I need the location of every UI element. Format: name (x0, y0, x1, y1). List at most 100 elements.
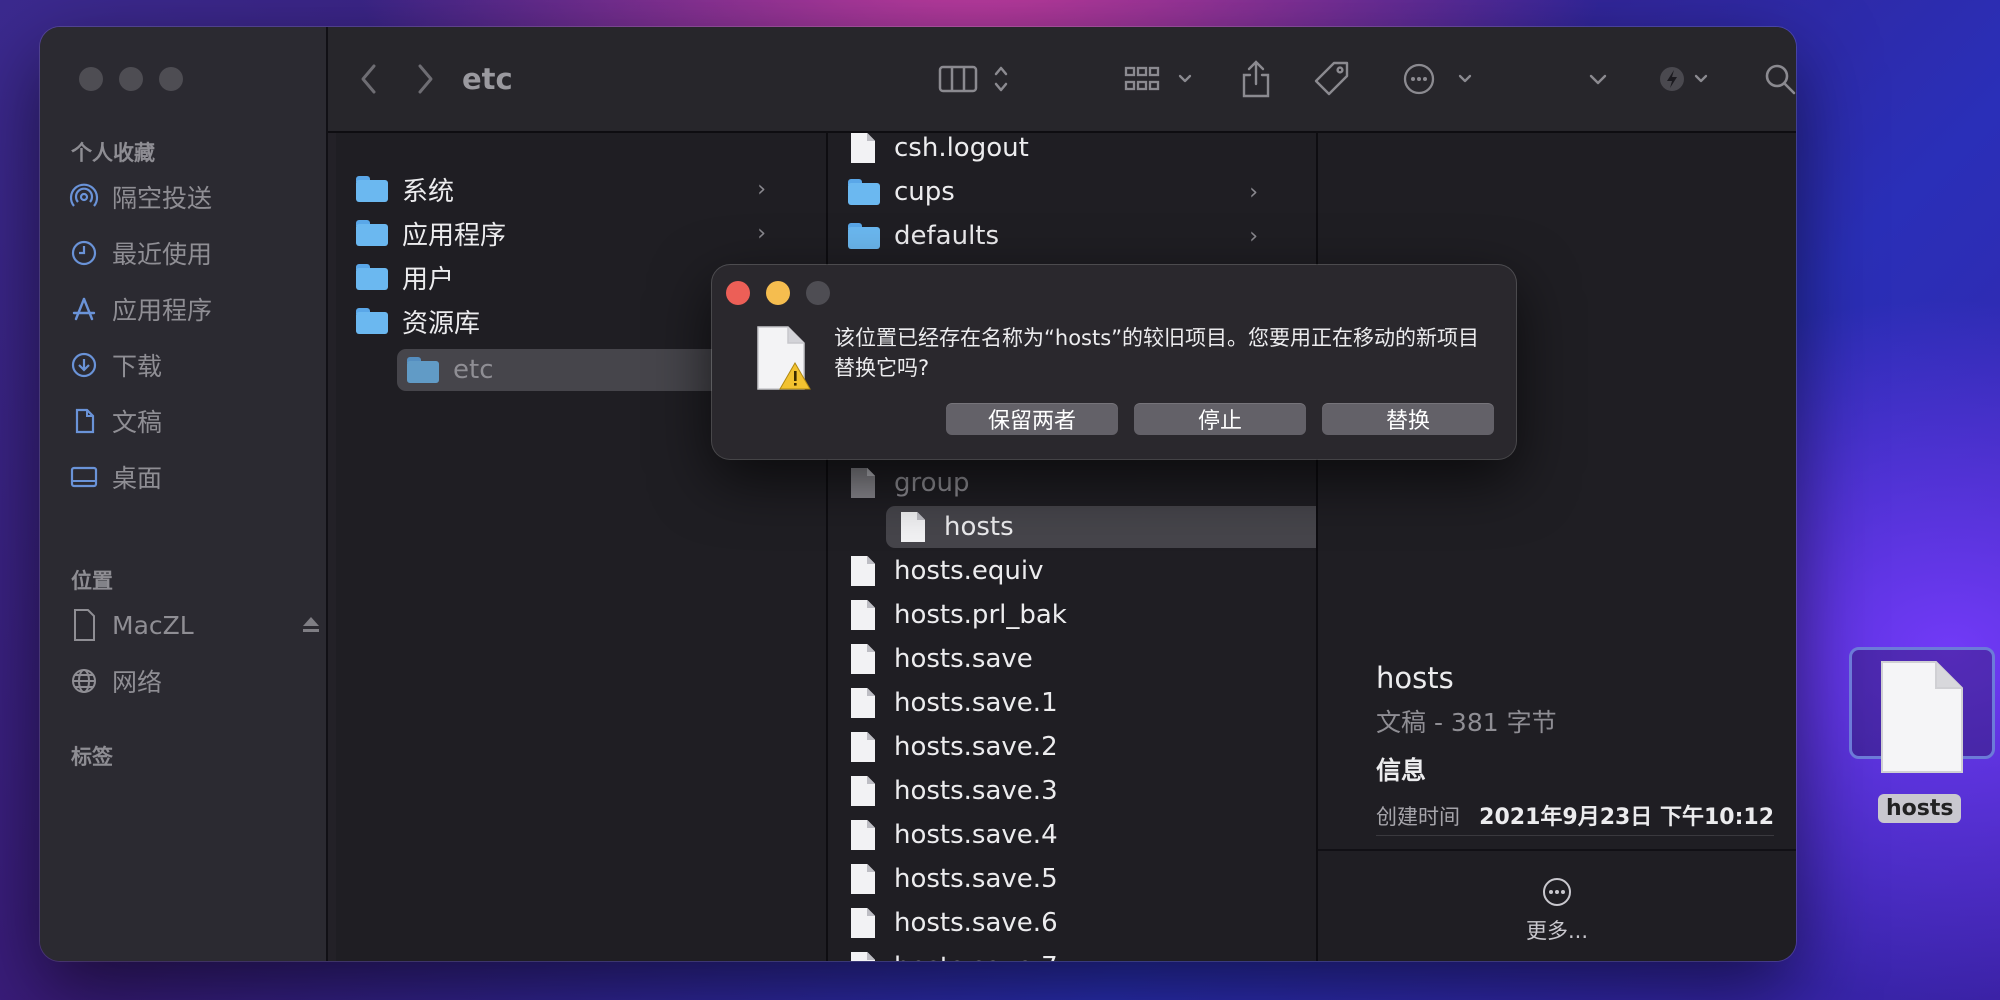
sidebar-item-label: 网络 (112, 668, 163, 697)
sidebar-item-applications[interactable]: 应用程序 (68, 287, 308, 331)
list-item[interactable]: hosts.save.6 (848, 902, 1288, 944)
info-heading: 信息 (1376, 756, 1427, 785)
finder-window: 个人收藏 隔空投送 最近使用 应用程序 下载 文稿 桌面 位置 MacZL 网络… (40, 27, 1796, 961)
window-close-button[interactable] (79, 67, 103, 91)
share-button[interactable] (1238, 57, 1274, 101)
preview-file-kind: 文稿 - 381 字节 (1376, 708, 1557, 737)
tag-icon (1314, 61, 1349, 96)
dialog-minimize-button[interactable] (766, 281, 790, 305)
toolbar-overflow-button[interactable] (1586, 57, 1610, 101)
window-minimize-button[interactable] (119, 67, 143, 91)
sidebar: 个人收藏 隔空投送 最近使用 应用程序 下载 文稿 桌面 位置 MacZL 网络… (40, 27, 328, 961)
file-icon (848, 862, 878, 896)
list-item-selected[interactable]: hosts (886, 506, 1316, 548)
file-icon (848, 950, 878, 961)
column-root: 系统 › 应用程序 › 用户 资源库 etc (336, 133, 851, 961)
list-item[interactable]: defaults › (848, 215, 1288, 257)
forward-button[interactable] (410, 57, 440, 101)
list-item-label: hosts.save.4 (894, 820, 1058, 850)
window-zoom-button[interactable] (159, 67, 183, 91)
chevron-right-icon: › (1249, 179, 1258, 205)
list-item[interactable]: cups › (848, 171, 1288, 213)
created-value: 2021年9月23日 下午10:12 (1479, 805, 1774, 830)
list-item-label: hosts.save.5 (894, 864, 1058, 894)
sidebar-item-label: 下载 (112, 352, 163, 381)
keep-both-button[interactable]: 保留两者 (946, 403, 1118, 435)
dialog-close-button[interactable] (726, 281, 750, 305)
sidebar-item-macintosh-disk[interactable]: MacZL (68, 603, 319, 647)
columns-view-icon (938, 65, 1008, 93)
sidebar-item-downloads[interactable]: 下载 (68, 343, 308, 387)
sidebar-item-network[interactable]: 网络 (68, 659, 308, 703)
grid-icon (1124, 66, 1192, 91)
list-item[interactable]: csh.logout (848, 133, 1288, 169)
document-icon (68, 405, 100, 437)
list-item-label: defaults (894, 221, 1000, 251)
sidebar-item-label: 应用程序 (112, 296, 213, 325)
document-warning-icon (752, 325, 812, 395)
preview-divider (1318, 849, 1796, 851)
view-mode-button[interactable] (938, 57, 1022, 101)
list-item[interactable]: hosts.equiv (848, 550, 1288, 592)
list-item-label: hosts (944, 512, 1014, 542)
stop-button[interactable]: 停止 (1134, 403, 1306, 435)
sidebar-item-label: 隔空投送 (112, 184, 213, 213)
back-button[interactable] (354, 57, 384, 101)
file-icon (1878, 660, 1964, 778)
ellipsis-circle-icon (1543, 878, 1571, 906)
list-item[interactable]: group (848, 462, 1288, 504)
list-item-label: hosts.save.2 (894, 732, 1058, 762)
preview-pane: hosts 文稿 - 381 字节 信息 创建时间 2021年9月23日 下午1… (1318, 133, 1796, 961)
dialog-zoom-button (806, 281, 830, 305)
alias-folder-icon (407, 353, 439, 387)
eject-icon[interactable] (300, 613, 322, 642)
list-item-label: 系统 (402, 176, 455, 207)
file-icon (848, 642, 878, 676)
chevron-right-icon: › (1249, 223, 1258, 249)
list-item-label: 用户 (402, 264, 455, 295)
list-item-label: csh.logout (894, 133, 1029, 163)
group-button[interactable] (1124, 57, 1198, 101)
list-item[interactable]: 系统 › (356, 168, 796, 210)
list-item[interactable]: hosts.save.1 (848, 682, 1288, 724)
list-item-label: hosts.save.6 (894, 908, 1058, 938)
sidebar-item-recents[interactable]: 最近使用 (68, 231, 308, 275)
list-item[interactable]: hosts.save (848, 638, 1288, 680)
file-icon (848, 466, 878, 500)
list-item[interactable]: hosts.save.3 (848, 770, 1288, 812)
more-button[interactable]: 更多... (1318, 877, 1796, 945)
list-item[interactable]: 应用程序 › (356, 212, 796, 254)
chevron-right-icon (418, 64, 433, 94)
desktop-icon (68, 461, 100, 493)
created-label: 创建时间 (1376, 805, 1460, 829)
clock-icon (68, 237, 100, 269)
sidebar-item-airdrop[interactable]: 隔空投送 (68, 175, 308, 219)
list-item[interactable]: hosts.save.7 (848, 946, 1288, 961)
sidebar-item-desktop[interactable]: 桌面 (68, 455, 308, 499)
applications-icon (68, 293, 100, 325)
quick-action-button[interactable] (1658, 57, 1714, 101)
chevron-right-icon: › (757, 220, 766, 246)
file-icon (848, 598, 878, 632)
tag-button[interactable] (1312, 57, 1352, 101)
desktop-file-hosts[interactable] (1849, 647, 1995, 773)
list-item[interactable]: hosts.save.5 (848, 858, 1288, 900)
list-item-label: hosts.prl_bak (894, 600, 1067, 630)
list-item[interactable]: hosts.save.4 (848, 814, 1288, 856)
column-etc: csh.logout cups › defaults › group hosts… (828, 133, 1318, 961)
disk-icon (68, 609, 100, 641)
file-icon (848, 133, 878, 165)
chevron-down-icon (1589, 74, 1607, 85)
folder-icon (356, 260, 388, 294)
list-item[interactable]: hosts.prl_bak (848, 594, 1288, 636)
sidebar-item-documents[interactable]: 文稿 (68, 399, 308, 443)
action-menu-button[interactable] (1402, 57, 1478, 101)
replace-button[interactable]: 替换 (1322, 403, 1494, 435)
sidebar-item-label: 文稿 (112, 408, 163, 437)
list-item-label: 资源库 (402, 308, 481, 339)
sidebar-item-label: MacZL (112, 610, 194, 640)
list-item[interactable]: hosts.save.2 (848, 726, 1288, 768)
replace-dialog: 该位置已经存在名称为“hosts”的较旧项目。您要用正在移动的新项目替换它吗? … (712, 265, 1516, 459)
share-icon (1242, 60, 1270, 98)
search-button[interactable] (1760, 57, 1796, 101)
